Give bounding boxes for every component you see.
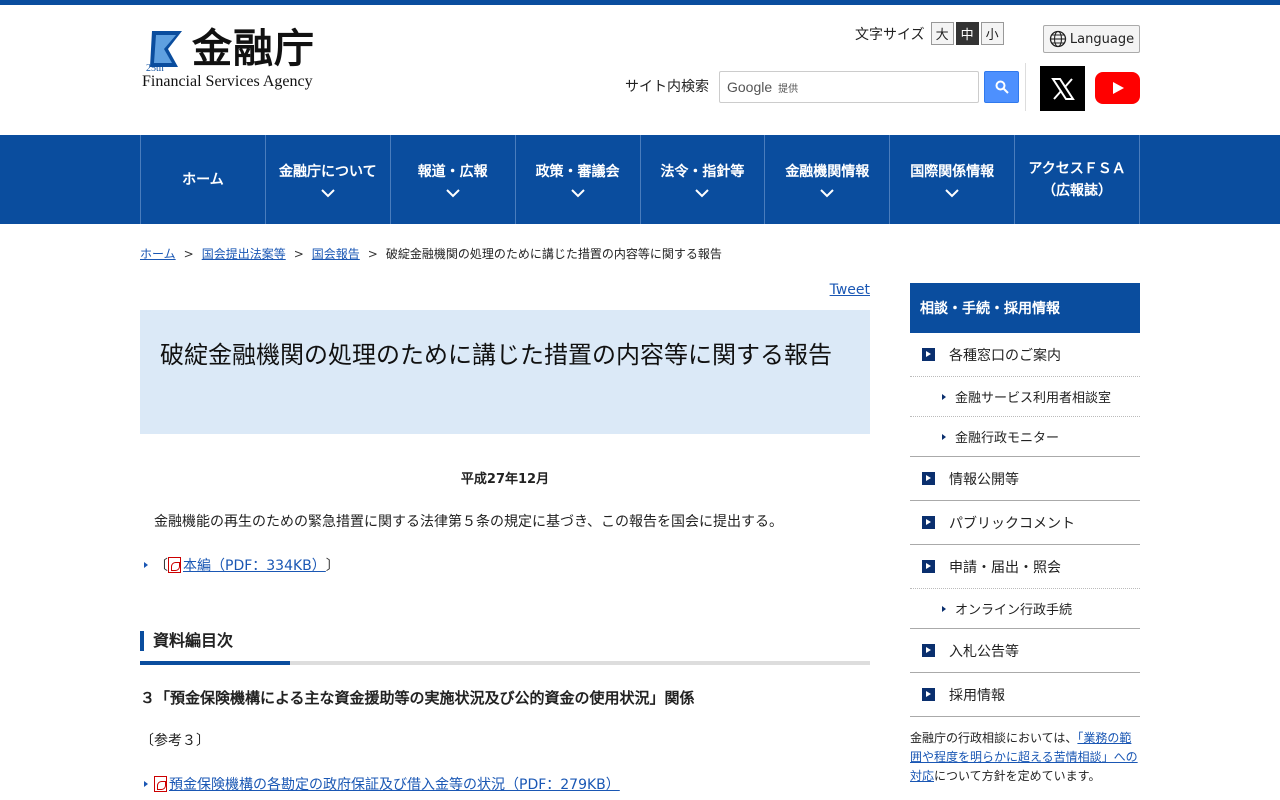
bullet-triangle-icon — [144, 562, 148, 568]
font-size-medium-button[interactable]: 中 — [955, 22, 979, 45]
language-label: Language — [1069, 31, 1135, 47]
bullet-triangle-icon — [942, 605, 946, 612]
tweet-row: Tweet — [140, 282, 870, 298]
google-label: Google — [727, 79, 773, 95]
arrow-square-icon — [922, 472, 935, 485]
search-button[interactable] — [984, 71, 1019, 103]
section-underline — [140, 661, 870, 665]
arrow-square-icon — [922, 688, 935, 701]
nav-about-label: 金融庁について — [279, 164, 377, 180]
arrow-square-icon — [922, 644, 935, 657]
font-size-label: 文字サイズ — [855, 26, 925, 43]
x-logo-icon — [1050, 77, 1075, 100]
logo-english-name: Financial Services Agency — [142, 73, 313, 90]
reference-link-row: 預金保険機構の各勘定の政府保証及び借入金等の状況（PDF：279KB） — [140, 774, 870, 794]
header-divider — [1025, 63, 1026, 111]
pdf-icon — [168, 557, 181, 573]
youtube-social-link[interactable] — [1095, 72, 1140, 104]
nav-institutions[interactable]: 金融機関情報 — [765, 135, 891, 224]
page-title: 破綻金融機関の処理のために講じた措置の内容等に関する報告 — [160, 341, 832, 369]
sidebar-sub-monitor[interactable]: 金融行政モニター — [910, 417, 1140, 457]
bullet-triangle-icon — [942, 433, 946, 440]
chevron-down-icon — [445, 189, 460, 198]
font-size-small-button[interactable]: 小 — [980, 22, 1004, 45]
chevron-down-icon — [820, 189, 835, 198]
sidebar-item-shinsei[interactable]: 申請・届出・照会 — [910, 545, 1140, 589]
section-heading: 資料編目次 — [140, 631, 870, 651]
breadcrumb-bills[interactable]: 国会提出法案等 — [202, 247, 286, 261]
nav-policy-label: 政策・審議会 — [535, 164, 620, 180]
reference-pdf-link[interactable]: 預金保険機構の各勘定の政府保証及び借入金等の状況（PDF：279KB） — [169, 774, 620, 794]
sidebar: 相談・手続・採用情報 各種窓口のご案内 金融サービス利用者相談室 金融行政モニタ… — [910, 283, 1140, 786]
nav-press-label: 報道・広報 — [417, 164, 488, 180]
site-header: 25th 金融庁 Financial Services Agency 文字サイズ… — [140, 5, 1140, 135]
sidebar-heading: 相談・手続・採用情報 — [910, 283, 1140, 333]
site-search-input[interactable]: Google 提供 — [719, 71, 979, 103]
tweet-link[interactable]: Tweet — [830, 282, 870, 298]
nav-international-label: 国際関係情報 — [910, 164, 995, 180]
youtube-play-icon — [1112, 82, 1124, 94]
nav-policy[interactable]: 政策・審議会 — [516, 135, 641, 224]
language-button[interactable]: Language — [1043, 25, 1140, 53]
main-report-link-row: 〔 本編（PDF：334KB） 〕 — [140, 555, 870, 575]
font-size-large-button[interactable]: 大 — [930, 22, 954, 45]
main-report-pdf-link[interactable]: 本編（PDF：334KB） — [183, 555, 326, 575]
bullet-triangle-icon — [942, 393, 946, 400]
report-date: 平成27年12月 — [460, 472, 550, 487]
sidebar-item-madoguchi[interactable]: 各種窓口のご案内 — [910, 333, 1140, 377]
global-navigation: ホーム 金融庁について 報道・広報 政策・審議会 法令・指針等 金融機関情報 国… — [0, 135, 1280, 224]
arrow-square-icon — [922, 348, 935, 361]
arrow-square-icon — [922, 560, 935, 573]
sidebar-item-joho[interactable]: 情報公開等 — [910, 457, 1140, 501]
nav-home-label: ホーム — [182, 171, 224, 188]
arrow-square-icon — [922, 516, 935, 529]
nav-home[interactable]: ホーム — [141, 135, 266, 224]
breadcrumb-home[interactable]: ホーム — [140, 247, 176, 261]
nav-access-fsa-line2: （広報誌） — [1042, 182, 1113, 199]
nav-access-fsa[interactable]: アクセスＦＳＡ （広報誌） — [1015, 135, 1140, 224]
breadcrumb-current: 破綻金融機関の処理のために講じた措置の内容等に関する報告 — [385, 247, 722, 261]
google-provided-label: 提供 — [778, 83, 799, 95]
reference-label: 〔参考３〕 — [140, 733, 210, 749]
chevron-down-icon — [570, 189, 585, 198]
chevron-down-icon — [695, 189, 710, 198]
sub-heading: ３「預金保険機構による主な資金援助等の実施状況及び公的資金の使用状況」関係 — [140, 689, 695, 707]
pdf-icon — [154, 776, 167, 792]
breadcrumb-reports[interactable]: 国会報告 — [312, 247, 360, 261]
nav-international[interactable]: 国際関係情報 — [890, 135, 1016, 224]
globe-icon — [1049, 30, 1067, 48]
nav-press[interactable]: 報道・広報 — [391, 135, 516, 224]
fsa-emblem-icon: 25th — [146, 31, 182, 73]
nav-institutions-label: 金融機関情報 — [785, 164, 870, 180]
sidebar-item-nyusatsu[interactable]: 入札公告等 — [910, 629, 1140, 673]
report-description: 金融機能の再生のための緊急措置に関する法律第５条の規定に基づき、この報告を国会に… — [154, 514, 784, 530]
nav-access-fsa-line1: アクセスＦＳＡ — [1028, 160, 1126, 177]
x-social-link[interactable] — [1040, 66, 1085, 111]
breadcrumb: ホーム > 国会提出法案等 > 国会報告 > 破綻金融機関の処理のために講じた措置の内容等に… — [140, 247, 722, 261]
nav-about[interactable]: 金融庁について — [266, 135, 391, 224]
sidebar-note: 金融庁の行政相談においては、「業務の範囲や程度を明らかに超える苦情相談」への対応… — [910, 731, 1138, 783]
search-icon — [995, 80, 1009, 94]
sidebar-item-public-comment[interactable]: パブリックコメント — [910, 501, 1140, 545]
logo-japanese-name: 金融庁 — [192, 25, 315, 72]
logo-mark-text: 25th — [146, 63, 164, 73]
nav-laws[interactable]: 法令・指針等 — [641, 135, 766, 224]
chevron-down-icon — [321, 189, 335, 198]
page-title-box: 破綻金融機関の処理のために講じた措置の内容等に関する報告 — [140, 310, 870, 434]
site-logo[interactable]: 25th 金融庁 Financial Services Agency — [140, 23, 340, 93]
chevron-down-icon — [945, 189, 959, 198]
sidebar-item-saiyo[interactable]: 採用情報 — [910, 673, 1140, 717]
font-size-switcher: 文字サイズ 大 中 小 — [855, 22, 1006, 45]
sidebar-sub-online[interactable]: オンライン行政手続 — [910, 589, 1140, 629]
nav-laws-label: 法令・指針等 — [660, 164, 745, 180]
bullet-triangle-icon — [144, 781, 148, 787]
sidebar-sub-riyosha[interactable]: 金融サービス利用者相談室 — [910, 377, 1140, 417]
main-content: Tweet 破綻金融機関の処理のために講じた措置の内容等に関する報告 平成27年… — [140, 282, 870, 794]
site-search-label: サイト内検索 — [625, 79, 709, 95]
